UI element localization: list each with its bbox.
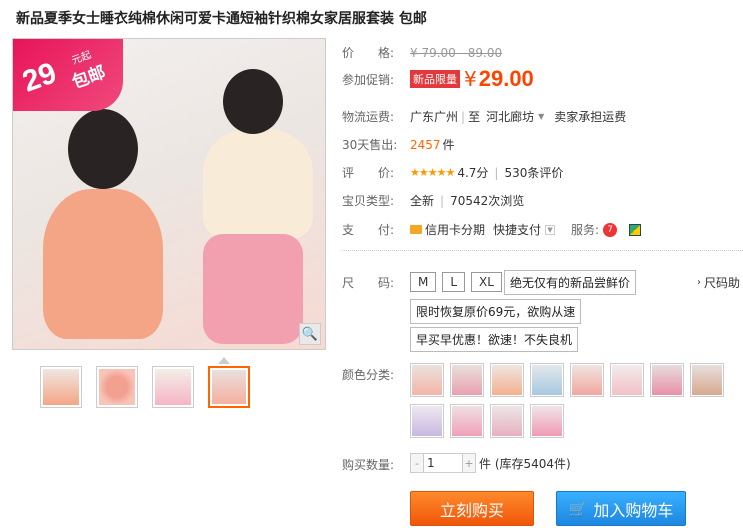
zoom-icon[interactable]: 🔍 — [299, 323, 321, 345]
minus-icon[interactable]: - — [410, 453, 424, 473]
thumbnail-1[interactable] — [40, 366, 82, 408]
expand-icon[interactable]: ▼ — [545, 224, 556, 235]
price-label: 价 格: — [342, 46, 395, 60]
service-badge-icon[interactable] — [629, 223, 642, 236]
color-label: 颜色分类: — [342, 368, 395, 382]
promotion-currency: ¥ — [464, 67, 477, 91]
size-row: 尺 码: M L XL — [342, 272, 508, 292]
shipping-from: 广东广州 — [410, 110, 459, 124]
promotion-label: 参加促销: — [342, 72, 395, 87]
cart-icon: 🛒 — [568, 499, 588, 518]
thumbnail-3[interactable] — [152, 366, 194, 408]
color-swatch-6[interactable] — [610, 363, 644, 397]
stock-info: 件 (库存5404件) — [479, 456, 571, 471]
color-swatch-9[interactable] — [410, 404, 444, 438]
thumb-pointer-icon — [218, 357, 230, 364]
service-label: 服务: — [571, 223, 600, 237]
color-swatch-2[interactable] — [450, 363, 484, 397]
item-type-label: 宝贝类型: — [342, 194, 395, 208]
price-row: 价 格: ¥ 79.00 - 89.00 — [342, 44, 502, 61]
color-swatch-4[interactable] — [530, 363, 564, 397]
main-product-image[interactable]: 29 元起 包邮 🔍 — [12, 38, 326, 350]
rating-stars: ★★★★★ — [410, 166, 455, 179]
color-swatch-8[interactable] — [690, 363, 724, 397]
rating-row: 评 价: ★★★★★ 4.7分 | 530条评价 — [342, 164, 564, 181]
model-right-pants — [203, 234, 303, 344]
rating-label: 评 价: — [342, 166, 395, 180]
shipping-fee: 卖家承担运费 — [554, 110, 627, 124]
shipping-destination[interactable]: 河北廊坊 — [486, 108, 534, 125]
color-swatch-11[interactable] — [490, 404, 524, 438]
promotion-tag: 新品限量 — [410, 70, 460, 88]
size-chart-label: 尺码助 — [704, 276, 741, 290]
model-right-figure — [203, 129, 313, 239]
plus-icon[interactable]: + — [462, 453, 476, 473]
quantity-input[interactable]: 1 — [424, 453, 462, 473]
quantity-stepper: - 1 + 件 (库存5404件) — [410, 453, 571, 473]
sales-row: 30天售出: 2457 件 — [342, 136, 455, 153]
sales-label: 30天售出: — [342, 138, 398, 152]
size-option-m[interactable]: M — [410, 272, 437, 292]
thumbnail-2[interactable] — [96, 366, 138, 408]
model-left-figure — [43, 189, 163, 339]
payment-row: 支 付: 信用卡分期 快捷支付 ▼ 服务: 7 — [342, 221, 642, 238]
slogan-option-1[interactable]: 绝无仅有的新品尝鲜价 — [504, 270, 637, 295]
product-title: 新品夏季女士睡衣纯棉休闲可爱卡通短袖针织棉女家居服套装 包邮 — [16, 11, 427, 27]
item-type-row: 宝贝类型: 全新 | 70542次浏览 — [342, 193, 525, 209]
credit-card-icon — [410, 225, 422, 234]
credit-installment[interactable]: 信用卡分期 — [425, 221, 485, 238]
sales-count: 2457 — [410, 137, 441, 152]
model-left-hair — [68, 109, 138, 189]
color-swatch-1[interactable] — [410, 363, 444, 397]
thumbnail-strip — [40, 366, 250, 408]
color-swatch-5[interactable] — [570, 363, 604, 397]
color-swatch-10[interactable] — [450, 404, 484, 438]
buy-now-label: 立刻购买 — [439, 500, 504, 520]
buy-now-button[interactable]: 立刻购买 — [410, 491, 534, 526]
slogan-option-3[interactable]: 早买早优惠！欲速！不失良机 — [410, 327, 579, 352]
color-swatch-grid — [410, 363, 730, 438]
size-chart-link[interactable]: › 尺码助 — [697, 274, 740, 291]
color-swatch-3[interactable] — [490, 363, 524, 397]
size-label: 尺 码: — [342, 275, 395, 290]
size-option-xl[interactable]: XL — [471, 272, 502, 292]
promo-price-number: 29 — [18, 56, 61, 99]
add-to-cart-label: 加入购物车 — [593, 500, 674, 520]
rating-score: 4.7分 — [457, 166, 489, 180]
payment-label: 支 付: — [342, 223, 395, 237]
view-count: 70542次浏览 — [450, 194, 525, 208]
slogan-option-2[interactable]: 限时恢复原价69元，欲购从速 — [410, 299, 582, 324]
chevron-down-icon[interactable]: ▼ — [538, 112, 544, 121]
quantity-label: 购买数量: — [342, 458, 395, 472]
shipping-to-prefix: 至 — [468, 110, 481, 124]
size-option-l[interactable]: L — [442, 272, 466, 292]
color-label-row: 颜色分类: — [342, 366, 410, 383]
shipping-separator: | — [461, 109, 466, 124]
chevron-right-icon: › — [697, 277, 701, 288]
color-swatch-12[interactable] — [530, 404, 564, 438]
service-guarantee-icon[interactable]: 7 — [603, 222, 618, 237]
shipping-row: 物流运费: 广东广州 | 至 河北廊坊 ▼ 卖家承担运费 — [342, 108, 626, 125]
model-right-hair — [223, 69, 283, 134]
add-to-cart-button[interactable]: 🛒 加入购物车 — [556, 491, 686, 526]
item-condition: 全新 — [410, 194, 435, 208]
color-swatch-7[interactable] — [650, 363, 684, 397]
divider — [342, 250, 743, 251]
quantity-label-row: 购买数量: — [342, 456, 410, 473]
thumbnail-4[interactable] — [208, 366, 250, 408]
sales-unit: 件 — [442, 138, 455, 152]
original-price: ¥ 79.00 - 89.00 — [410, 45, 503, 60]
promo-badge: 29 元起 包邮 — [13, 39, 123, 111]
review-count-link[interactable]: 530条评价 — [504, 164, 563, 181]
quick-pay[interactable]: 快捷支付 — [493, 221, 541, 238]
promotion-price: 29.00 — [478, 66, 534, 91]
promotion-row: 参加促销: 新品限量 ¥ 29.00 — [342, 66, 534, 92]
shipping-label: 物流运费: — [342, 110, 395, 124]
